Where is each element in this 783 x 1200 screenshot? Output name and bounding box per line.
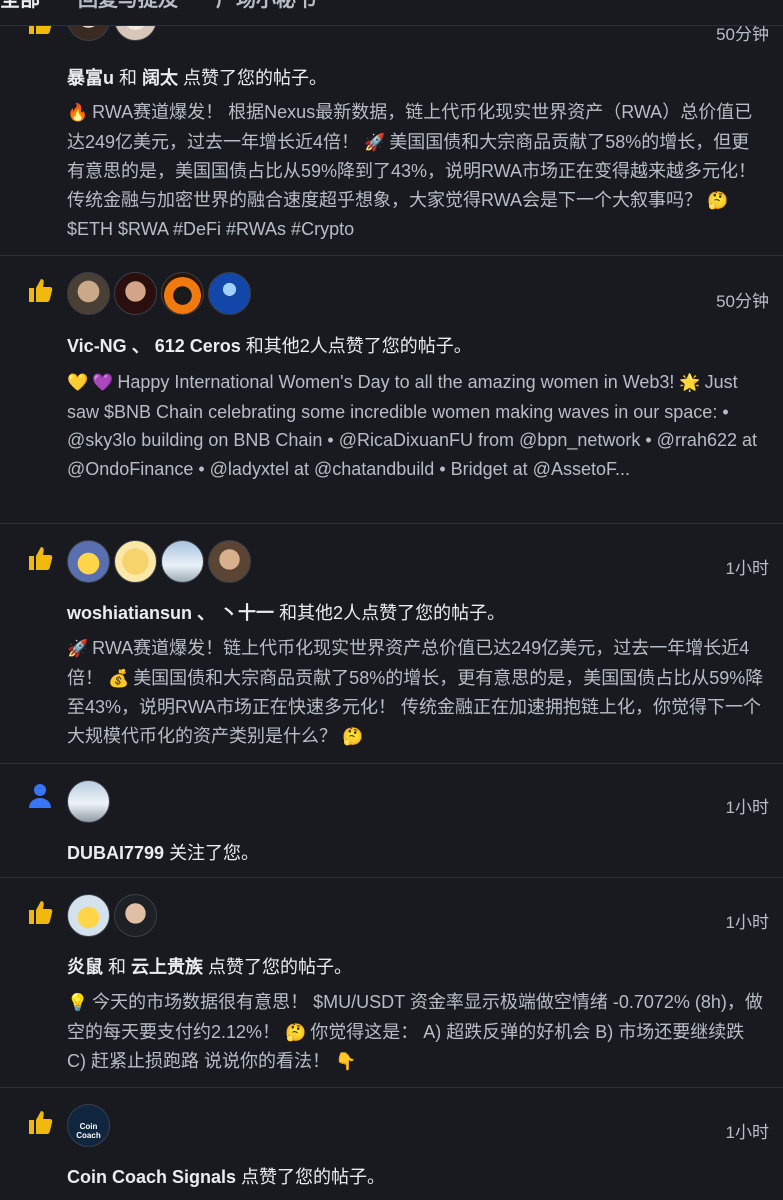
username[interactable]: 612 Ceros: [155, 336, 241, 356]
rocket-icon: 🚀: [364, 132, 386, 152]
action-text: 点赞了您的帖子。: [183, 68, 328, 88]
action-text: 和其他2人点赞了您的帖子。: [279, 603, 506, 623]
connector-text: 和: [119, 68, 138, 88]
light-bulb-icon: 💡: [67, 993, 89, 1012]
timestamp: 1小时: [725, 1123, 769, 1142]
username[interactable]: 云上贵族: [131, 957, 203, 977]
username[interactable]: DUBAI7799: [67, 843, 164, 863]
avatar[interactable]: [67, 894, 110, 937]
avatar[interactable]: [114, 540, 157, 583]
avatar[interactable]: [67, 540, 110, 583]
avatar-group: Coin Coach: [67, 1104, 110, 1148]
username[interactable]: Coin Coach Signals: [67, 1167, 236, 1187]
thumbs-up-icon: [29, 1111, 53, 1134]
yellow-heart-icon: 💛: [67, 373, 89, 392]
avatar-group: [67, 272, 251, 316]
timestamp: 1小时: [725, 798, 769, 817]
avatar[interactable]: [67, 272, 110, 315]
post-preview[interactable]: 💛 💜 Happy International Women's Day to all…: [67, 368, 767, 483]
timestamp: 1小时: [725, 559, 769, 578]
username[interactable]: 暴富u: [67, 68, 114, 88]
post-text: Happy International Women's Day to all t…: [117, 372, 675, 392]
post-preview[interactable]: 💡 今天的市场数据很有意思！ $MU/USDT 资金率显示极端做空情绪 -0.70…: [67, 988, 767, 1077]
avatar[interactable]: Coin Coach: [67, 1104, 110, 1147]
avatar[interactable]: [114, 272, 157, 315]
action-text: 点赞了您的帖子。: [208, 957, 353, 977]
rocket-icon: 🚀: [67, 639, 89, 658]
notification-item[interactable]: Coin Coach 1小时 Coin Coach Signals 点赞了您的帖…: [0, 1088, 783, 1200]
avatar-group: [67, 540, 251, 584]
notification-headline: Vic-NG 、 612 Ceros 和其他2人点赞了您的帖子。: [67, 332, 472, 358]
avatar-label: Coin Coach: [76, 1122, 101, 1140]
thinking-face-icon: 🤔: [707, 190, 729, 210]
post-preview[interactable]: 🔥 RWA赛道爆发！ 根据Nexus最新数据，链上代币化现实世界资产（RWA）总价…: [67, 98, 767, 244]
avatar-group: [67, 894, 157, 938]
avatar[interactable]: [114, 894, 157, 937]
sparkle-icon: 🌟: [679, 373, 701, 392]
action-text: 点赞了您的帖子。: [241, 1167, 386, 1187]
username[interactable]: woshiatiansun: [67, 603, 192, 623]
username[interactable]: Vic-NG: [67, 336, 127, 356]
tab-all[interactable]: 全部: [0, 0, 40, 10]
separator-text: 、: [131, 336, 150, 356]
connector-text: 和: [108, 957, 127, 977]
person-icon: [29, 784, 51, 808]
action-text: 关注了您。: [169, 843, 260, 863]
tab-replies-mentions[interactable]: 回复与提及: [78, 0, 178, 10]
pointing-down-icon: 👇: [335, 1052, 357, 1071]
notification-headline: DUBAI7799 关注了您。: [67, 839, 259, 865]
notification-headline: 暴富u 和 阔太 点赞了您的帖子。: [67, 64, 327, 90]
thumbs-up-icon: [29, 547, 53, 570]
avatar[interactable]: [208, 272, 251, 315]
fire-icon: 🔥: [67, 103, 89, 122]
action-text: 和其他2人点赞了您的帖子。: [245, 336, 472, 356]
post-tags: $ETH $RWA #DeFi #RWAs #Crypto: [67, 219, 355, 239]
avatar[interactable]: [161, 540, 204, 583]
notification-headline: woshiatiansun 、 丶十一 和其他2人点赞了您的帖子。: [67, 599, 505, 625]
post-text: 美国国债和大宗商品贡献了58%的增长，更有意思的是，美国国债占比从59%降至43…: [67, 667, 764, 746]
avatar[interactable]: [208, 540, 251, 583]
separator-text: 、: [197, 603, 216, 623]
purple-heart-icon: 💜: [92, 373, 114, 392]
thinking-face-icon: 🤔: [342, 726, 364, 746]
notification-headline: Coin Coach Signals 点赞了您的帖子。: [67, 1163, 385, 1189]
thinking-face-icon: 🤔: [285, 1022, 307, 1042]
thumbs-up-icon: [29, 279, 53, 302]
avatar[interactable]: [67, 780, 110, 823]
username[interactable]: 丶十一: [220, 603, 274, 623]
notification-item[interactable]: 1小时 woshiatiansun 、 丶十一 和其他2人点赞了您的帖子。 🚀 R…: [0, 524, 783, 764]
username[interactable]: 阔太: [142, 68, 178, 88]
notification-item[interactable]: 1小时 炎鼠 和 云上贵族 点赞了您的帖子。 💡 今天的市场数据很有意思！ $MU…: [0, 878, 783, 1088]
avatar-group: [67, 780, 110, 824]
timestamp: 1小时: [725, 913, 769, 932]
timestamp: 50分钟: [716, 292, 769, 311]
notification-headline: 炎鼠 和 云上贵族 点赞了您的帖子。: [67, 953, 352, 979]
notification-item[interactable]: 50分钟 Vic-NG 、 612 Ceros 和其他2人点赞了您的帖子。 💛 💜…: [0, 256, 783, 524]
money-bag-icon: 💰: [108, 668, 130, 688]
tab-square-assistant[interactable]: 广场小秘书: [216, 0, 316, 10]
username[interactable]: 炎鼠: [67, 957, 103, 977]
notification-tabs: 全部 回复与提及 广场小秘书: [0, 0, 783, 26]
thumbs-up-icon: [29, 901, 53, 924]
notification-item[interactable]: 1小时 DUBAI7799 关注了您。: [0, 764, 783, 878]
avatar[interactable]: [161, 272, 204, 315]
post-preview[interactable]: 🚀 RWA赛道爆发！链上代币化现实世界资产总价值已达249亿美元，过去一年增长近4…: [67, 634, 767, 751]
notification-item[interactable]: 50分钟 暴富u 和 阔太 点赞了您的帖子。 🔥 RWA赛道爆发！ 根据Nexus…: [0, 0, 783, 256]
